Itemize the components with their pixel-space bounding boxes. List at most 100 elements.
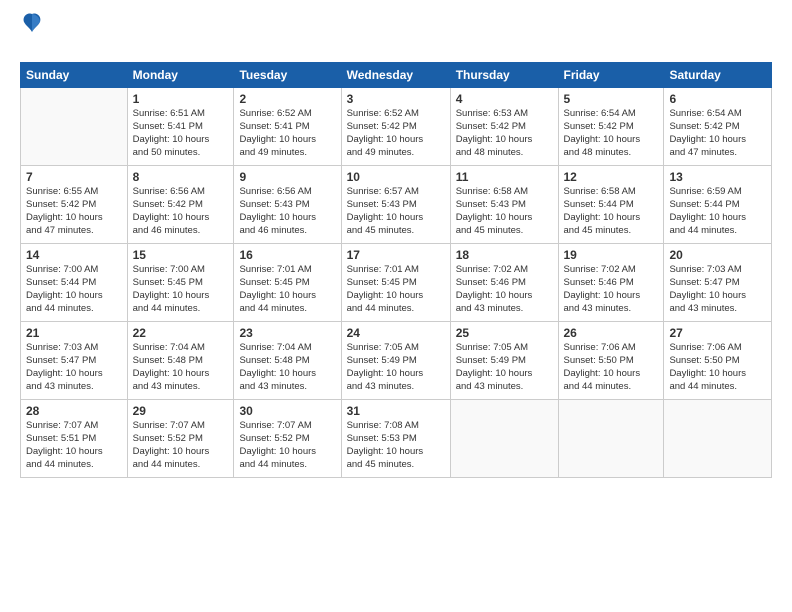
day-info: Daylight: 10 hours [133,446,229,459]
day-info: Sunset: 5:51 PM [26,433,122,446]
page: SundayMondayTuesdayWednesdayThursdayFrid… [0,0,792,612]
day-info: Daylight: 10 hours [564,290,659,303]
day-info: Daylight: 10 hours [347,134,445,147]
day-number: 23 [239,325,335,341]
day-cell: 27Sunrise: 7:06 AMSunset: 5:50 PMDayligh… [664,322,772,400]
weekday-header-friday: Friday [558,63,664,88]
day-info: Sunset: 5:43 PM [239,199,335,212]
day-info: and 50 minutes. [133,147,229,160]
weekday-header-row: SundayMondayTuesdayWednesdayThursdayFrid… [21,63,772,88]
day-cell [21,88,128,166]
day-info: Sunset: 5:50 PM [564,355,659,368]
day-cell: 12Sunrise: 6:58 AMSunset: 5:44 PMDayligh… [558,166,664,244]
day-info: Sunset: 5:53 PM [347,433,445,446]
weekday-header-sunday: Sunday [21,63,128,88]
day-cell: 18Sunrise: 7:02 AMSunset: 5:46 PMDayligh… [450,244,558,322]
day-info: Sunrise: 6:56 AM [133,186,229,199]
day-info: Daylight: 10 hours [133,134,229,147]
day-info: Sunrise: 7:03 AM [669,264,766,277]
day-cell: 23Sunrise: 7:04 AMSunset: 5:48 PMDayligh… [234,322,341,400]
day-info: Daylight: 10 hours [26,212,122,225]
day-cell [664,400,772,478]
day-cell: 8Sunrise: 6:56 AMSunset: 5:42 PMDaylight… [127,166,234,244]
logo-bird-icon [22,12,42,34]
day-cell: 1Sunrise: 6:51 AMSunset: 5:41 PMDaylight… [127,88,234,166]
day-cell: 29Sunrise: 7:07 AMSunset: 5:52 PMDayligh… [127,400,234,478]
day-info: Daylight: 10 hours [26,290,122,303]
weekday-header-saturday: Saturday [664,63,772,88]
day-number: 12 [564,169,659,185]
day-number: 2 [239,91,335,107]
day-info: Sunrise: 7:07 AM [239,420,335,433]
day-info: Sunset: 5:45 PM [347,277,445,290]
day-cell: 5Sunrise: 6:54 AMSunset: 5:42 PMDaylight… [558,88,664,166]
day-info: and 43 minutes. [456,303,553,316]
day-info: Daylight: 10 hours [239,212,335,225]
weekday-header-wednesday: Wednesday [341,63,450,88]
day-info: Sunset: 5:43 PM [456,199,553,212]
day-number: 14 [26,247,122,263]
day-info: and 43 minutes. [26,381,122,394]
calendar-table: SundayMondayTuesdayWednesdayThursdayFrid… [20,62,772,478]
week-row-1: 1Sunrise: 6:51 AMSunset: 5:41 PMDaylight… [21,88,772,166]
day-info: Sunset: 5:50 PM [669,355,766,368]
day-number: 17 [347,247,445,263]
weekday-header-monday: Monday [127,63,234,88]
day-cell: 7Sunrise: 6:55 AMSunset: 5:42 PMDaylight… [21,166,128,244]
day-cell: 31Sunrise: 7:08 AMSunset: 5:53 PMDayligh… [341,400,450,478]
day-info: Sunrise: 7:05 AM [456,342,553,355]
day-info: Daylight: 10 hours [239,134,335,147]
day-info: Sunrise: 7:05 AM [347,342,445,355]
day-info: Sunrise: 6:57 AM [347,186,445,199]
day-cell: 25Sunrise: 7:05 AMSunset: 5:49 PMDayligh… [450,322,558,400]
day-cell: 16Sunrise: 7:01 AMSunset: 5:45 PMDayligh… [234,244,341,322]
day-cell: 10Sunrise: 6:57 AMSunset: 5:43 PMDayligh… [341,166,450,244]
day-info: Sunset: 5:42 PM [564,121,659,134]
day-info: Sunrise: 7:01 AM [347,264,445,277]
day-info: Sunset: 5:44 PM [669,199,766,212]
day-info: Sunset: 5:49 PM [456,355,553,368]
day-info: Daylight: 10 hours [456,368,553,381]
day-info: Sunset: 5:42 PM [669,121,766,134]
day-number: 26 [564,325,659,341]
day-number: 8 [133,169,229,185]
week-row-2: 7Sunrise: 6:55 AMSunset: 5:42 PMDaylight… [21,166,772,244]
day-info: and 44 minutes. [239,459,335,472]
day-cell [558,400,664,478]
day-info: and 43 minutes. [669,303,766,316]
day-number: 1 [133,91,229,107]
day-info: Sunrise: 7:04 AM [133,342,229,355]
day-info: Sunrise: 6:52 AM [239,108,335,121]
day-info: Sunset: 5:48 PM [133,355,229,368]
day-info: Daylight: 10 hours [347,368,445,381]
day-info: and 43 minutes. [564,303,659,316]
day-info: and 46 minutes. [133,225,229,238]
day-info: Sunset: 5:42 PM [133,199,229,212]
day-info: Daylight: 10 hours [133,290,229,303]
day-info: Daylight: 10 hours [239,290,335,303]
day-info: Sunrise: 7:01 AM [239,264,335,277]
day-number: 29 [133,403,229,419]
day-info: and 43 minutes. [347,381,445,394]
day-info: Sunrise: 7:02 AM [564,264,659,277]
day-info: Daylight: 10 hours [564,368,659,381]
day-info: and 49 minutes. [239,147,335,160]
day-info: Sunset: 5:46 PM [456,277,553,290]
day-number: 3 [347,91,445,107]
day-info: Sunrise: 7:00 AM [133,264,229,277]
day-number: 21 [26,325,122,341]
week-row-4: 21Sunrise: 7:03 AMSunset: 5:47 PMDayligh… [21,322,772,400]
day-number: 5 [564,91,659,107]
day-info: Sunrise: 6:58 AM [456,186,553,199]
day-info: Sunrise: 6:54 AM [564,108,659,121]
day-number: 25 [456,325,553,341]
day-number: 20 [669,247,766,263]
day-cell: 9Sunrise: 6:56 AMSunset: 5:43 PMDaylight… [234,166,341,244]
day-info: and 43 minutes. [133,381,229,394]
day-info: and 47 minutes. [669,147,766,160]
day-info: Daylight: 10 hours [26,446,122,459]
day-info: and 45 minutes. [347,225,445,238]
day-info: and 43 minutes. [456,381,553,394]
day-cell: 21Sunrise: 7:03 AMSunset: 5:47 PMDayligh… [21,322,128,400]
day-cell: 6Sunrise: 6:54 AMSunset: 5:42 PMDaylight… [664,88,772,166]
